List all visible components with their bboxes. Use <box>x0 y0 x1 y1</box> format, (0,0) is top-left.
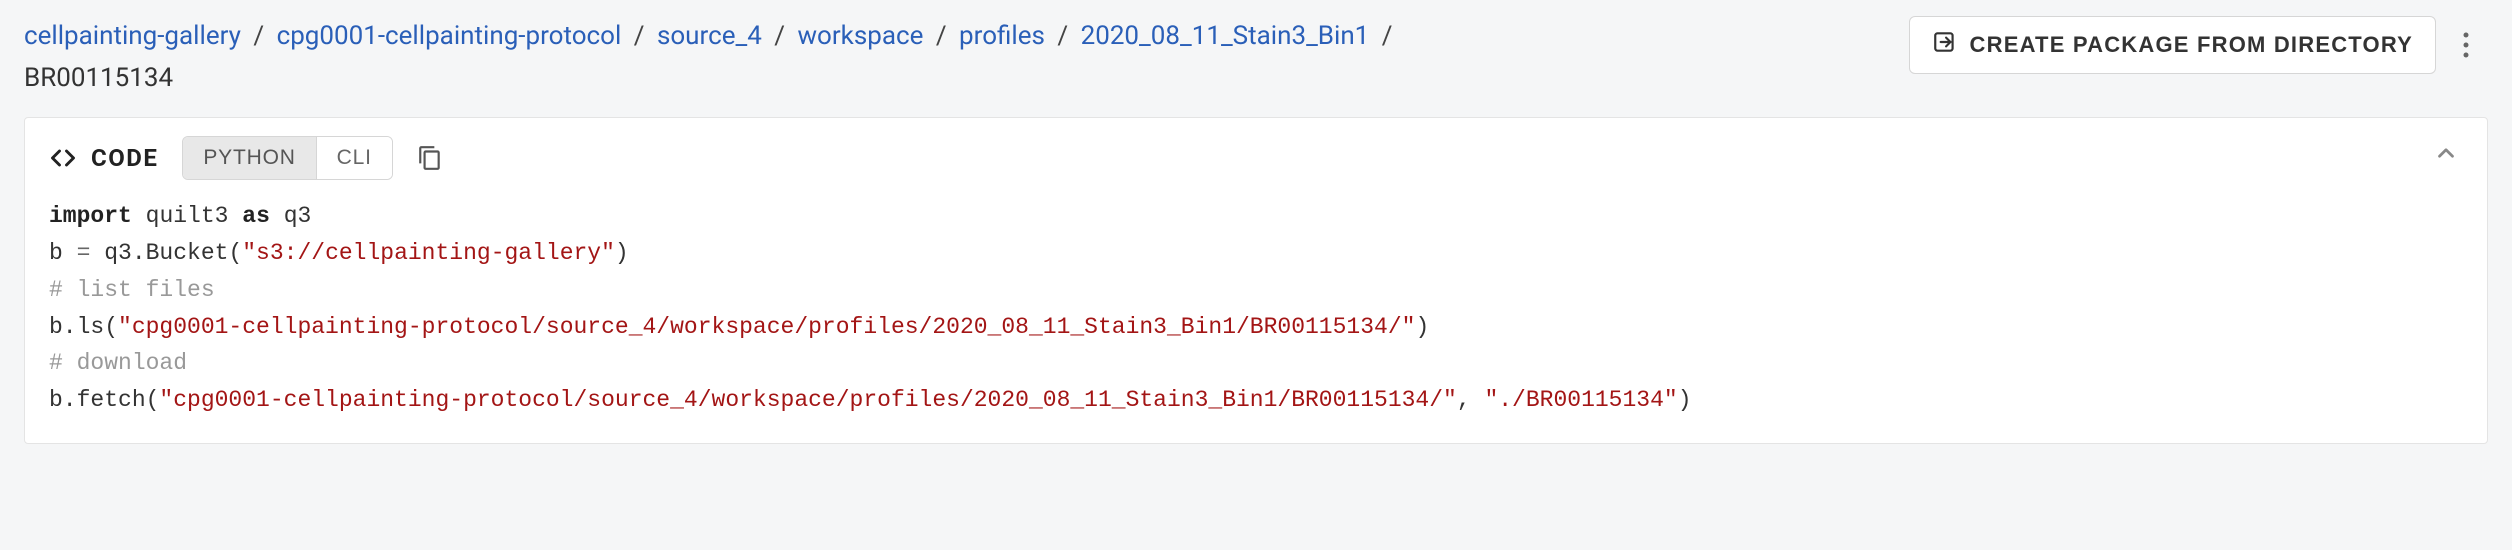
breadcrumb-link[interactable]: cpg0001-cellpainting-protocol <box>277 21 622 51</box>
code-label: CODE <box>91 144 158 172</box>
code-string: "./BR00115134" <box>1484 387 1677 413</box>
breadcrumb-link[interactable]: profiles <box>959 21 1045 51</box>
breadcrumb-link[interactable]: source_4 <box>657 21 762 51</box>
more-menu-button[interactable] <box>2444 23 2488 67</box>
collapse-toggle[interactable] <box>2433 140 2459 170</box>
code-comment: # list files <box>49 277 215 303</box>
breadcrumb-sep: / <box>253 21 264 51</box>
code-text: b.ls( <box>49 314 118 340</box>
code-body: import quilt3 as q3 b = q3.Bucket("s3://… <box>25 192 2487 443</box>
breadcrumb-sep: / <box>936 21 947 51</box>
breadcrumb-sep: / <box>1382 21 1393 51</box>
breadcrumb-link[interactable]: 2020_08_11_Stain3_Bin1 <box>1081 21 1370 51</box>
code-icon <box>49 144 77 172</box>
code-comment: # download <box>49 350 187 376</box>
breadcrumb-current: BR00115134 <box>24 63 173 93</box>
breadcrumb-link[interactable]: cellpainting-gallery <box>24 21 241 51</box>
export-icon <box>1932 29 1958 61</box>
code-text: ) <box>1415 314 1429 340</box>
code-text: b.fetch( <box>49 387 159 413</box>
create-package-label: CREATE PACKAGE FROM DIRECTORY <box>1970 32 2413 58</box>
breadcrumb-sep: / <box>1057 21 1068 51</box>
code-text: q3 <box>284 203 312 229</box>
copy-button[interactable] <box>417 145 443 171</box>
breadcrumb-link[interactable]: workspace <box>797 21 923 51</box>
code-text: , <box>1457 387 1485 413</box>
code-text: q3.Bucket( <box>90 240 242 266</box>
code-text: ) <box>615 240 629 266</box>
code-string: "cpg0001-cellpainting-protocol/source_4/… <box>118 314 1415 340</box>
tab-cli[interactable]: CLI <box>316 137 392 179</box>
code-panel: CODE PYTHON CLI import quilt3 as q3 b = … <box>24 117 2488 444</box>
breadcrumb: cellpainting-gallery / cpg0001-cellpaint… <box>24 16 1909 99</box>
code-string: "s3://cellpainting-gallery" <box>242 240 615 266</box>
tab-python[interactable]: PYTHON <box>183 137 315 179</box>
code-text: quilt3 <box>146 203 229 229</box>
language-toggle: PYTHON CLI <box>182 136 392 180</box>
create-package-button[interactable]: CREATE PACKAGE FROM DIRECTORY <box>1909 16 2436 74</box>
code-keyword: import <box>49 203 132 229</box>
code-keyword: as <box>242 203 270 229</box>
breadcrumb-sep: / <box>774 21 785 51</box>
code-text: b <box>49 240 77 266</box>
code-text: ) <box>1678 387 1692 413</box>
code-string: "cpg0001-cellpainting-protocol/source_4/… <box>159 387 1456 413</box>
breadcrumb-sep: / <box>634 21 645 51</box>
code-op: = <box>77 240 91 266</box>
